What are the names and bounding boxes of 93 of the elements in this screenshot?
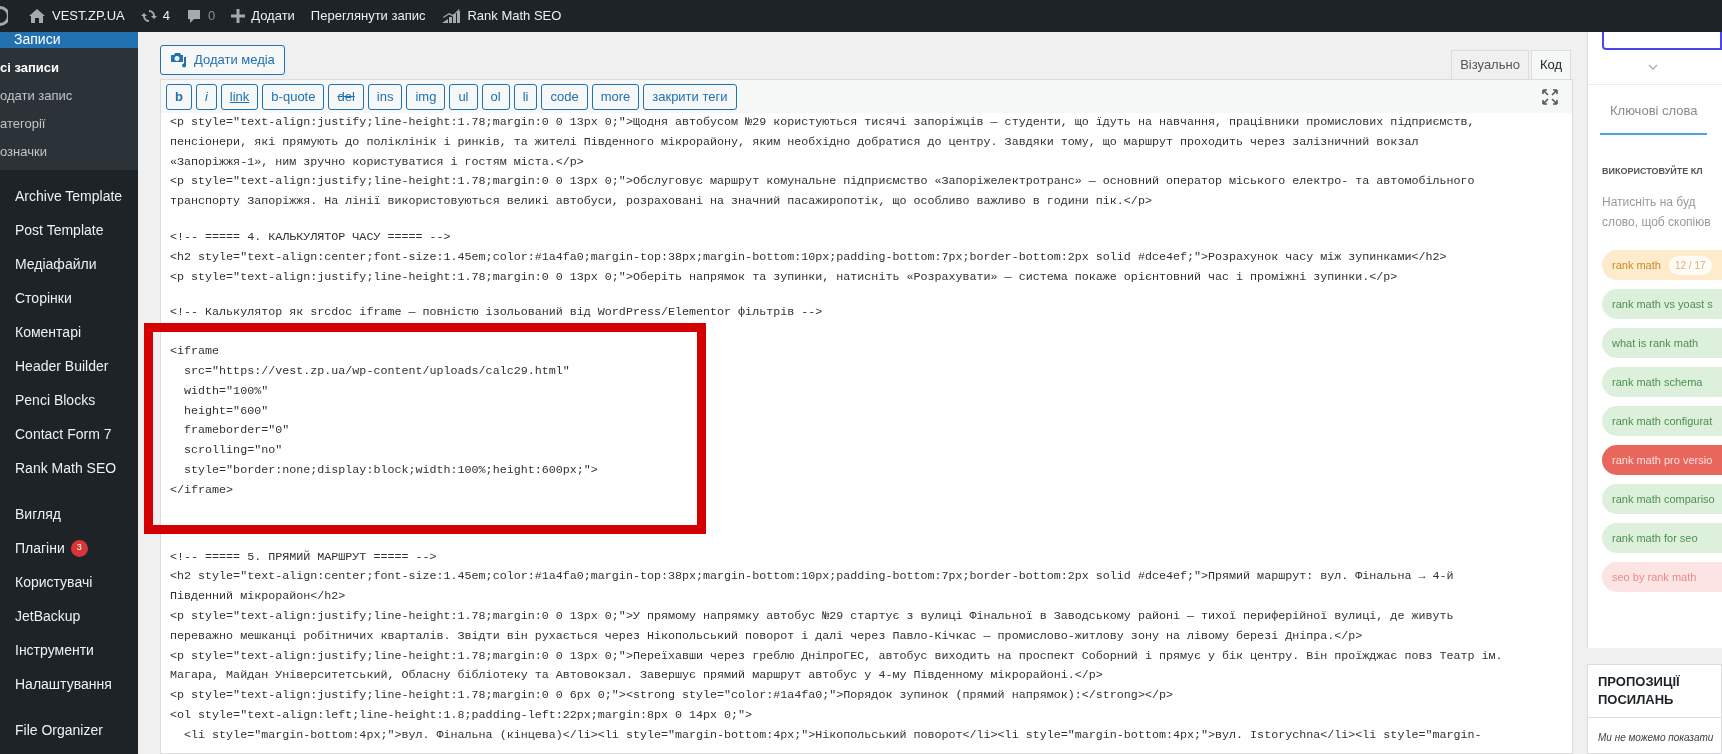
code-line: <h2 style="text-align:center;font-size:1.45em;color:#1a4fa0;margin-top:38px;margin-bottom:10px;padding-bottom:7px;border-bottom:2px solid #dce4ef;">Прямий маршрут: вул. Фінальна → 4-й bbox=[170, 568, 1455, 586]
add-media-button[interactable]: Додати медіа bbox=[160, 45, 285, 75]
menu-item[interactable]: Вигляд bbox=[0, 497, 138, 531]
input-field[interactable] bbox=[1602, 32, 1722, 50]
submenu-item[interactable]: одати запис bbox=[0, 82, 138, 110]
menu-item[interactable]: File Organizer bbox=[0, 713, 138, 747]
quicktag-button[interactable]: code bbox=[541, 83, 588, 110]
menu-item[interactable]: Інструменти bbox=[0, 633, 138, 667]
refresh-icon bbox=[140, 8, 157, 24]
code-line: <p style="text-align:justify;line-height:1.78;margin:0 0 13px 0;">Щодня автобусом №29 користуються тисячі запоріжців — студенти, що їдуть на навчання, працівники промислових підприємств, bbox=[170, 114, 1476, 131]
keyword-tag[interactable]: what is rank math bbox=[1602, 328, 1722, 358]
count-badge: 3 bbox=[70, 539, 88, 557]
speech-bubble-icon bbox=[185, 8, 202, 24]
menu-item[interactable]: Налаштування bbox=[0, 667, 138, 701]
code-line: <p style="text-align:justify;line-height:1.78;margin:0 0 6px 0;"><strong style="color:#1a4fa0;">Порядок зупинок (прямий напрямок):</strong></p> bbox=[170, 687, 1174, 705]
code-line: height="600" bbox=[183, 402, 270, 420]
menu-item[interactable]: Плагіни 3 bbox=[0, 531, 138, 565]
keyword-tag[interactable]: rank math schema bbox=[1602, 367, 1722, 397]
menu-item[interactable]: Rank Math SEO bbox=[0, 451, 138, 485]
code-line: Південний мікрорайон</h2> bbox=[170, 588, 347, 606]
code-line: <!-- Калькулятор як srcdoc iframe — повністю ізольований від WordPress/Elementor фільтрів --> bbox=[170, 304, 824, 322]
hint-text: слово, щоб скопіюв bbox=[1602, 214, 1712, 231]
menu-item[interactable]: Penci Blocks bbox=[0, 383, 138, 417]
submenu-item[interactable]: атегорії bbox=[0, 110, 138, 138]
panel-title: ПРОПОЗИЦІЇ bbox=[1598, 673, 1681, 691]
media-icon bbox=[170, 52, 188, 68]
admin-bar-link[interactable]: VEST.ZP.UA bbox=[20, 0, 133, 32]
section-heading: ВИКОРИСТОВУЙТЕ КЛ bbox=[1602, 164, 1704, 178]
quicktag-button[interactable]: b-quote bbox=[262, 83, 325, 110]
code-line: <iframe bbox=[170, 343, 221, 361]
quicktag-button[interactable]: b bbox=[166, 83, 192, 110]
plus-icon bbox=[231, 9, 246, 23]
quicktag-button[interactable]: закрити теги bbox=[643, 83, 737, 110]
code-line: <ol style="text-align:left;line-height:1.8;padding-left:22px;margin:8px 0 14px 0;"> bbox=[170, 706, 754, 724]
menu-item[interactable]: Archive Template bbox=[0, 179, 138, 213]
code-line: <!-- ===== 5. ПРЯМИЙ МАРШРУТ ===== --> bbox=[170, 548, 438, 566]
admin-bar-link[interactable]: 0 bbox=[177, 0, 224, 32]
quicktag-button[interactable]: ins bbox=[367, 83, 403, 110]
code-line: Магара, Майдан Університетський, Обласну бібліотеку та Автовокзал. Завершує прямий маршрут автобус у 4-му Південному мікрорайоні.</p> bbox=[170, 667, 1104, 685]
panel-note: Ми не можемо показати bbox=[1598, 732, 1714, 743]
keyword-tag[interactable]: rank math for seo bbox=[1602, 523, 1722, 553]
editor-tab[interactable]: Візуально bbox=[1451, 50, 1529, 79]
menu-item[interactable]: Contact Form 7 bbox=[0, 417, 138, 451]
menu-item[interactable]: Сторінки bbox=[0, 281, 138, 315]
code-line: <p style="text-align:justify;line-height:1.78;margin:0 0 13px 0;">Переїхавши через греблю ДніпроГЕС, автобус виходить на проспект Соборний і прямує у бік центру. Він проїжджає повз Театр ім. bbox=[170, 647, 1504, 665]
editor-tab[interactable]: Код bbox=[1530, 50, 1571, 79]
panel-title: ПОСИЛАНЬ bbox=[1598, 691, 1675, 709]
quicktag-button[interactable]: del bbox=[328, 83, 364, 110]
code-line: транспорту Запоріжжя. На лінії використовуються великі автобуси, розраховані на значний пасажиропотік, що особливо важливо в години пік.</p> bbox=[170, 193, 1153, 211]
code-line: style="border:none;display:block;width:100%;height:600px;"> bbox=[183, 461, 599, 479]
submenu-item[interactable]: сі записи bbox=[0, 54, 138, 82]
code-line: <li style="margin-bottom:4px;">вул. Фінальна (кінцева)</li><li style="margin-bottom:4px;">Нікопольський поворот</li><li style="margin-bottom:4px;">вул. Istorychna</li><li style="margin- bbox=[183, 726, 1483, 744]
quicktag-button[interactable]: ul bbox=[449, 83, 478, 110]
quicktag-button[interactable]: i bbox=[195, 83, 217, 110]
code-line: <p style="text-align:justify;line-height:1.78;margin:0 0 13px 0;">Оберіть напрямок та зупинки, натисніть «Розрахувати» — система покаже орієнтовний час і проміжні зупинки.</p> bbox=[170, 268, 1399, 286]
code-line: src="https://vest.zp.ua/wp-content/uploads/calc29.html" bbox=[183, 362, 571, 380]
menu-item[interactable]: Медіафайли bbox=[0, 247, 138, 281]
quicktag-button[interactable]: img bbox=[406, 83, 446, 110]
menu-item[interactable]: Коментарі bbox=[0, 315, 138, 349]
code-line: </iframe> bbox=[170, 481, 235, 499]
keyword-tag[interactable]: rank math configurat bbox=[1602, 406, 1722, 436]
menu-item[interactable]: Header Builder bbox=[0, 349, 138, 383]
code-line: «Запоріжжя-1», ним зручно користуватися і гостям міста.</p> bbox=[170, 153, 585, 171]
admin-bar-link[interactable]: 4 bbox=[132, 0, 178, 32]
keyword-tag[interactable]: rank math compariso bbox=[1602, 484, 1722, 514]
quicktag-button[interactable]: li bbox=[513, 83, 538, 110]
menu-item[interactable]: Post Template bbox=[0, 213, 138, 247]
quicktag-button[interactable]: ol bbox=[481, 83, 510, 110]
submenu-item[interactable]: означки bbox=[0, 138, 138, 166]
quicktag-button[interactable]: more bbox=[591, 83, 640, 110]
panel-tab[interactable]: Ключові слова bbox=[1600, 101, 1708, 135]
hint-text: Натисніть на буд bbox=[1602, 194, 1697, 211]
code-line: переважно мешканці робітничих кварталів. Звідти він рухається через Нікопольський поворот і далі через Павло-Кічкас — промислово-житлову зону на лівому березі Дніпра.</p> bbox=[170, 627, 1364, 645]
menu-item[interactable]: JetBackup bbox=[0, 599, 138, 633]
code-line: <p style="text-align:justify;line-height:1.78;margin:0 0 13px 0;">У прямому напрямку автобус №29 стартує з вулиці Фінальної в Заводському районі — тихої периферійної вулиці, де живуть bbox=[170, 607, 1455, 625]
keyword-count: 12 / 17 bbox=[1668, 255, 1712, 275]
code-line: frameborder="0" bbox=[183, 422, 291, 440]
code-line: <h2 style="text-align:center;font-size:1.45em;color:#1a4fa0;margin-top:38px;margin-bottom:10px;padding-bottom:7px;border-bottom:2px solid #dce4ef;">Розрахунок часу між зупинками</h2> bbox=[170, 248, 1448, 266]
code-line: пенсіонери, які прямують до поліклінік і ринків, та жителі Південного мікрорайону, яким необхідно добратися до центру. Завдяки тому, що маршрут проходить через залізничний вокзал bbox=[170, 133, 1420, 151]
code-line: <p style="text-align:justify;line-height:1.78;margin:0 0 13px 0;">Обслуговує маршрут комунальне підприємство «Запоріжелектротранс» — основний оператор міського електро- та автомобільного bbox=[170, 173, 1476, 191]
admin-bar-link[interactable]: Додати bbox=[223, 0, 303, 32]
menu-item[interactable]: Користувачі bbox=[0, 565, 138, 599]
admin-bar-link[interactable]: Переглянути запис bbox=[302, 0, 434, 32]
keyword-tag[interactable]: rank math vs yoast s bbox=[1602, 289, 1722, 319]
home-icon bbox=[28, 8, 46, 24]
code-line: scrolling="no" bbox=[183, 442, 284, 460]
quicktag-button[interactable]: link bbox=[220, 83, 259, 110]
admin-bar-link[interactable]: Rank Math SEO bbox=[433, 0, 570, 32]
code-line: <!-- ===== 4. КАЛЬКУЛЯТОР ЧАСУ ===== --> bbox=[170, 229, 452, 246]
fullscreen-icon[interactable] bbox=[1542, 89, 1558, 105]
code-line: width="100%" bbox=[183, 382, 270, 400]
bar-chart-icon bbox=[441, 8, 462, 24]
menu-item[interactable]: Записи bbox=[0, 32, 138, 48]
